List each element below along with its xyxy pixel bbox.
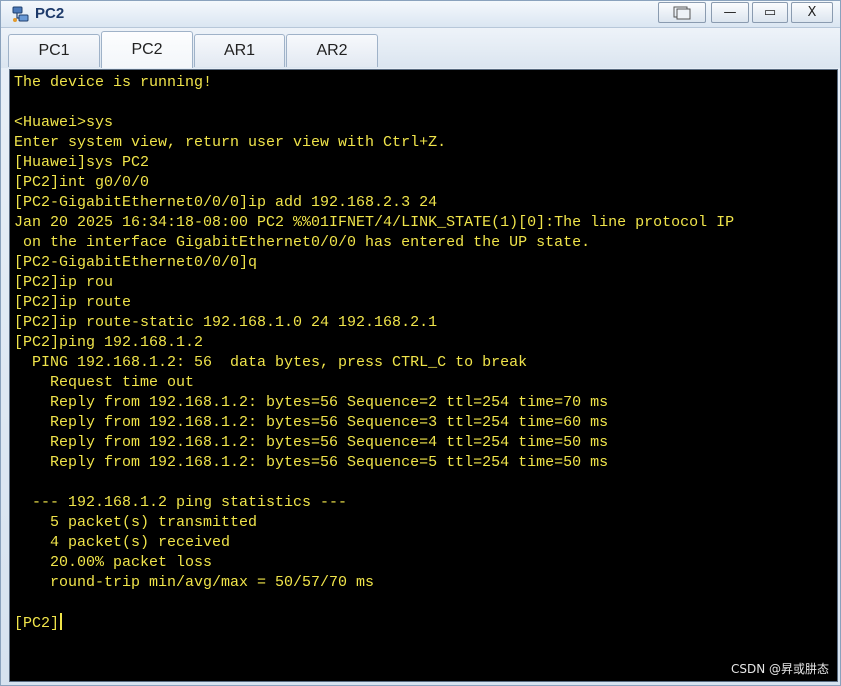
- terminal-line: round-trip min/avg/max = 50/57/70 ms: [14, 574, 375, 591]
- window-title: PC2: [35, 5, 65, 22]
- terminal-line: Reply from 192.168.1.2: bytes=56 Sequenc…: [14, 434, 609, 451]
- terminal-line: Request time out: [14, 374, 195, 391]
- terminal-line: [PC2-GigabitEthernet0/0/0]q: [14, 254, 258, 271]
- minimize-icon: —: [723, 5, 737, 20]
- device-tab-bar: PC1 PC2 AR1 AR2: [1, 28, 840, 68]
- maximize-button[interactable]: ▭: [752, 2, 788, 23]
- terminal-line: Reply from 192.168.1.2: bytes=56 Sequenc…: [14, 394, 609, 411]
- terminal-line: [PC2]int g0/0/0: [14, 174, 150, 191]
- restore-icon: [673, 6, 691, 19]
- terminal-line: Jan 20 2025 16:34:18-08:00 PC2 %%01IFNET…: [14, 214, 735, 231]
- terminal-line: <Huawei>sys: [14, 114, 114, 131]
- terminal-line: [PC2]ping 192.168.1.2: [14, 334, 204, 351]
- text-cursor: [60, 613, 63, 630]
- network-device-icon: [11, 4, 31, 24]
- title-bar[interactable]: PC2 — ▭ X: [1, 1, 840, 28]
- tab-pc2[interactable]: PC2: [101, 31, 193, 68]
- terminal-line: PING 192.168.1.2: 56 data bytes, press C…: [14, 354, 528, 371]
- tab-ar1[interactable]: AR1: [194, 34, 285, 67]
- maximize-icon: ▭: [763, 5, 777, 20]
- terminal-line: [PC2]ip rou: [14, 274, 114, 291]
- terminal-line: [PC2]ip route: [14, 294, 132, 311]
- terminal-line: 20.00% packet loss: [14, 554, 213, 571]
- terminal-console[interactable]: The device is running! <Huawei>sys Enter s…: [9, 69, 838, 682]
- console-window: PC2 — ▭ X PC1 PC2 AR1 AR2 The device is …: [0, 0, 841, 686]
- close-icon: X: [807, 5, 817, 20]
- tab-pc1[interactable]: PC1: [8, 34, 100, 67]
- terminal-line: on the interface GigabitEthernet0/0/0 ha…: [14, 234, 591, 251]
- terminal-output: The device is running! <Huawei>sys Enter s…: [14, 73, 734, 633]
- restore-window-button[interactable]: [658, 2, 706, 23]
- minimize-button[interactable]: —: [711, 2, 749, 23]
- terminal-line: Reply from 192.168.1.2: bytes=56 Sequenc…: [14, 414, 609, 431]
- terminal-line: The device is running!: [14, 74, 213, 91]
- tab-ar2[interactable]: AR2: [286, 34, 378, 67]
- terminal-line: Enter system view, return user view with…: [14, 134, 447, 151]
- terminal-line: 5 packet(s) transmitted: [14, 514, 258, 531]
- watermark: CSDN @昇或肼态: [730, 662, 829, 676]
- terminal-line: --- 192.168.1.2 ping statistics ---: [14, 494, 348, 511]
- terminal-line: Reply from 192.168.1.2: bytes=56 Sequenc…: [14, 454, 609, 471]
- terminal-line: [PC2]: [14, 613, 734, 633]
- terminal-line: 4 packet(s) received: [14, 534, 231, 551]
- terminal-line: [PC2-GigabitEthernet0/0/0]ip add 192.168…: [14, 194, 438, 211]
- close-button[interactable]: X: [791, 2, 833, 23]
- terminal-line: [PC2]ip route-static 192.168.1.0 24 192.…: [14, 314, 438, 331]
- terminal-line: [Huawei]sys PC2: [14, 154, 150, 171]
